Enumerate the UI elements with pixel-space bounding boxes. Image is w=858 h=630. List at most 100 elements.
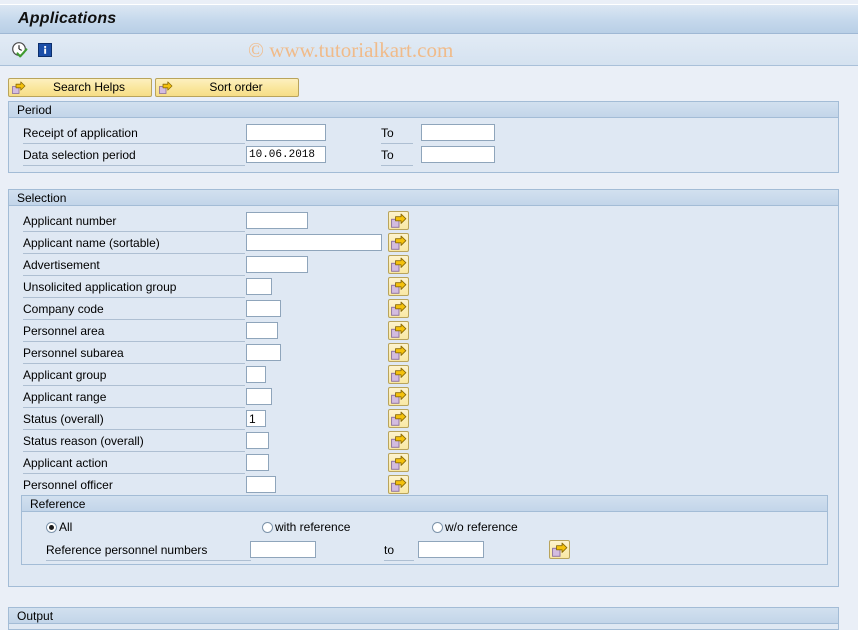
label-underline: [23, 407, 245, 408]
multiple-selection-button[interactable]: [388, 365, 409, 384]
selection-row: Personnel subarea: [9, 343, 838, 365]
period-group-header: Period: [9, 102, 838, 118]
selection-value-input[interactable]: [246, 410, 266, 427]
reference-radio-label: All: [59, 520, 73, 534]
sort-order-button[interactable]: Sort order: [155, 78, 299, 97]
period-from-input[interactable]: [246, 146, 326, 163]
multiple-selection-button[interactable]: [388, 321, 409, 340]
selection-value-input[interactable]: [246, 388, 272, 405]
execute-clock-icon[interactable]: [11, 41, 29, 59]
output-group-title: Output: [17, 609, 54, 623]
selection-row-label: Advertisement: [23, 258, 100, 272]
period-group-title: Period: [17, 103, 52, 117]
reference-personnel-to-input[interactable]: [418, 541, 484, 558]
selection-value-input[interactable]: [246, 234, 382, 251]
selection-row: Advertisement: [9, 255, 838, 277]
selection-value-input[interactable]: [246, 432, 269, 449]
selection-value-input[interactable]: [246, 278, 272, 295]
selection-value-input[interactable]: [246, 454, 269, 471]
period-to-label: To: [381, 126, 394, 140]
label-underline: [23, 385, 245, 386]
period-row-label: Receipt of application: [23, 126, 138, 140]
label-underline: [23, 429, 245, 430]
period-to-label: To: [381, 148, 394, 162]
multiple-selection-button[interactable]: [388, 409, 409, 428]
selection-value-input[interactable]: [246, 476, 276, 493]
multiple-selection-button[interactable]: [388, 431, 409, 450]
multiple-selection-button[interactable]: [388, 475, 409, 494]
output-group-header: Output: [9, 608, 838, 624]
reference-personnel-from-input[interactable]: [250, 541, 316, 558]
selection-row: Applicant number: [9, 211, 838, 233]
selection-value-input[interactable]: [246, 256, 308, 273]
reference-personnel-numbers-label: Reference personnel numbers: [46, 543, 208, 557]
multiple-selection-button[interactable]: [388, 255, 409, 274]
multiple-selection-button[interactable]: [388, 387, 409, 406]
selection-value-input[interactable]: [246, 344, 281, 361]
label-underline: [23, 253, 245, 254]
multiple-selection-button[interactable]: [388, 343, 409, 362]
label-underline: [23, 319, 245, 320]
label-underline: [381, 143, 413, 144]
search-helps-button[interactable]: Search Helps: [8, 78, 152, 97]
window-title-bar: Applications: [0, 4, 858, 34]
period-to-input[interactable]: [421, 146, 495, 163]
multiple-selection-button[interactable]: [388, 299, 409, 318]
period-from-input[interactable]: [246, 124, 326, 141]
output-group: Output: [8, 607, 839, 630]
selection-value-input[interactable]: [246, 366, 266, 383]
selection-row-label: Applicant name (sortable): [23, 236, 160, 250]
selection-row: Status (overall): [9, 409, 838, 431]
period-row: Receipt of application To: [9, 123, 838, 145]
reference-group-header: Reference: [22, 496, 827, 512]
selection-row-label: Applicant group: [23, 368, 107, 382]
label-underline: [23, 297, 245, 298]
label-underline: [23, 143, 245, 144]
multiple-selection-button[interactable]: [388, 453, 409, 472]
period-to-input[interactable]: [421, 124, 495, 141]
selection-row-label: Personnel subarea: [23, 346, 124, 360]
period-row: Data selection period To: [9, 145, 838, 167]
reference-multiple-selection-button[interactable]: [549, 540, 570, 559]
selection-row: Applicant group: [9, 365, 838, 387]
label-underline: [23, 451, 245, 452]
radio-indicator: [46, 522, 57, 533]
reference-personnel-numbers-row: Reference personnel numbers to: [22, 540, 827, 562]
selection-row-label: Status reason (overall): [23, 434, 144, 448]
selection-row: Personnel officer: [9, 475, 838, 497]
label-underline: [23, 341, 245, 342]
selection-value-input[interactable]: [246, 300, 281, 317]
period-group: Period Receipt of application To Data sele…: [8, 101, 839, 173]
selection-value-input[interactable]: [246, 212, 308, 229]
application-toolbar: [0, 34, 858, 66]
selection-row-label: Applicant number: [23, 214, 117, 228]
multiple-selection-button[interactable]: [388, 233, 409, 252]
label-underline: [23, 275, 245, 276]
label-underline: [23, 363, 245, 364]
reference-radio-label: w/o reference: [445, 520, 518, 534]
label-underline: [23, 473, 245, 474]
information-icon[interactable]: [36, 41, 54, 59]
period-row-label: Data selection period: [23, 148, 136, 162]
label-underline: [381, 165, 413, 166]
selection-row-label: Personnel officer: [23, 478, 113, 492]
reference-group-title: Reference: [30, 497, 86, 511]
search-helps-label: Search Helps: [52, 80, 126, 94]
label-underline: [23, 231, 245, 232]
selection-row: Applicant range: [9, 387, 838, 409]
selection-value-input[interactable]: [246, 322, 278, 339]
selection-row: Status reason (overall): [9, 431, 838, 453]
selection-group-title: Selection: [17, 191, 67, 205]
selection-group: Selection Applicant number Applicant name…: [8, 189, 839, 587]
selection-row-label: Applicant range: [23, 390, 107, 404]
selection-row-label: Applicant action: [23, 456, 108, 470]
function-button-bar: Search Helps Sort order: [0, 67, 858, 97]
selection-row-label: Company code: [23, 302, 104, 316]
multiple-selection-button[interactable]: [388, 211, 409, 230]
selection-row: Personnel area: [9, 321, 838, 343]
label-underline: [46, 560, 251, 561]
selection-row: Company code: [9, 299, 838, 321]
multiple-selection-button[interactable]: [388, 277, 409, 296]
selection-group-header: Selection: [9, 190, 838, 206]
page-title: Applications: [18, 10, 117, 27]
